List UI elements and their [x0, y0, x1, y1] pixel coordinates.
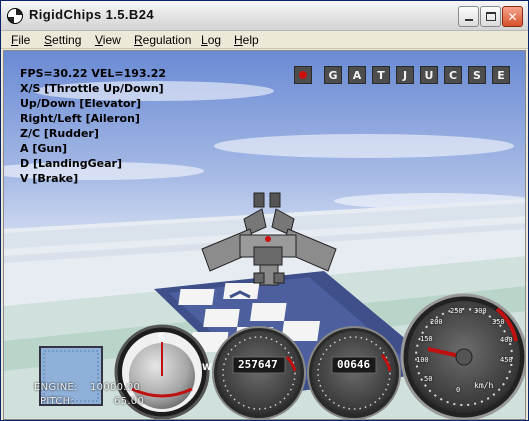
control-gun: A [Gun]: [20, 142, 68, 155]
menu-help[interactable]: Help: [234, 33, 259, 47]
title-bar[interactable]: RigidChips 1.5.B24 ✕: [1, 1, 528, 31]
compass-south-label: S: [158, 333, 165, 343]
speed-tick-400: 400: [500, 336, 513, 344]
minimize-icon: [464, 19, 473, 21]
speed-tick-200: 200: [430, 318, 443, 326]
toolbar-button-u[interactable]: U: [420, 66, 438, 84]
app-icon: [7, 8, 23, 24]
app-window: RigidChips 1.5.B24 ✕ File Setting View R…: [0, 0, 529, 421]
hud-panel: FPS=30.22 VEL=193.22 X/S [Throttle Up/Do…: [20, 66, 166, 186]
speed-unit: km/h: [474, 381, 494, 390]
menu-file[interactable]: File: [11, 33, 30, 47]
speed-tick-250: 250: [450, 307, 463, 315]
toolbar-button-e[interactable]: E: [492, 66, 510, 84]
game-viewport[interactable]: FPS=30.22 VEL=193.22 X/S [Throttle Up/Do…: [3, 50, 526, 420]
close-icon: ✕: [507, 9, 518, 24]
altimeter-readout: 257647: [238, 358, 278, 371]
speed-tick-0: 0: [456, 386, 461, 394]
toolbar-button-t[interactable]: T: [372, 66, 390, 84]
menu-view[interactable]: View: [95, 33, 121, 47]
pitch-value: 65.00: [114, 396, 145, 407]
control-rudder: Z/C [Rudder]: [20, 127, 99, 140]
counter-readout: 00646: [337, 358, 371, 371]
toolbar-button-c[interactable]: C: [444, 66, 462, 84]
toolbar-button-s[interactable]: S: [468, 66, 486, 84]
fps-velocity-readout: FPS=30.22 VEL=193.22: [20, 67, 167, 80]
menu-regulation[interactable]: Regulation: [134, 33, 191, 47]
speed-tick-150: 150: [420, 335, 433, 343]
control-landing-gear: D [LandingGear]: [20, 157, 122, 170]
toolbar-button-a[interactable]: A: [348, 66, 366, 84]
control-brake: V [Brake]: [20, 172, 79, 185]
menu-log[interactable]: Log: [201, 33, 221, 47]
altimeter-gauge: [212, 326, 306, 419]
control-elevator: Up/Down [Elevator]: [20, 97, 141, 110]
control-throttle: X/S [Throttle Up/Down]: [20, 82, 164, 95]
toolbar-button-j[interactable]: J: [396, 66, 414, 84]
toolbar-button-g[interactable]: G: [324, 66, 342, 84]
menu-bar: File Setting View Regulation Log Help: [1, 31, 528, 49]
minimize-button[interactable]: [458, 6, 479, 27]
engine-value: 10000.00: [90, 382, 141, 393]
speed-tick-50: 50: [424, 375, 433, 383]
control-aileron: Right/Left [Aileron]: [20, 112, 140, 125]
record-button[interactable]: [294, 66, 312, 84]
counter-gauge: [307, 326, 401, 419]
maximize-icon: [485, 12, 496, 21]
window-title: RigidChips 1.5.B24: [29, 7, 154, 22]
maximize-button[interactable]: [480, 6, 501, 27]
speed-tick-100: 100: [416, 356, 429, 364]
speed-tick-450: 450: [500, 356, 513, 364]
close-button[interactable]: ✕: [502, 6, 523, 27]
compass-west-label: W: [202, 363, 212, 373]
speed-tick-300: 300: [474, 307, 487, 315]
speed-tick-350: 350: [492, 318, 505, 326]
record-icon: [299, 71, 307, 79]
pitch-label: PITCH:: [40, 396, 75, 407]
menu-setting[interactable]: Setting: [44, 33, 81, 47]
engine-label: ENGINE:: [34, 382, 78, 393]
